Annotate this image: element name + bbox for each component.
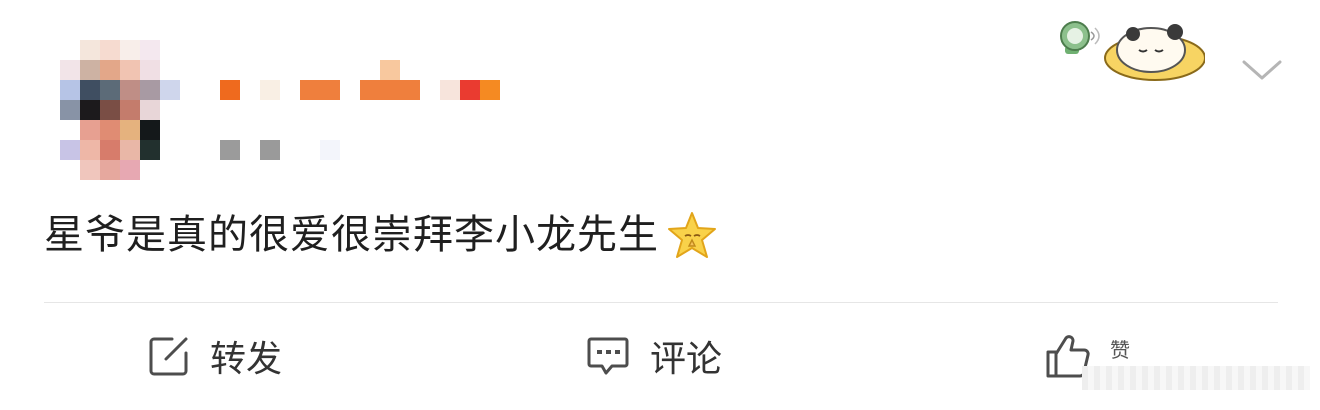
post-meta: [220, 140, 340, 160]
panda-pillow-icon: [1104, 24, 1205, 81]
more-options-button[interactable]: [1240, 52, 1284, 88]
repost-button[interactable]: 转发: [148, 330, 282, 382]
avatar[interactable]: [60, 24, 180, 184]
comment-label: 评论: [650, 339, 723, 380]
comment-button[interactable]: 评论: [586, 330, 722, 382]
divider: [44, 302, 1278, 303]
post-text: 星爷是真的很爱很崇拜李小龙先生: [44, 212, 659, 258]
edit-square-icon: [149, 337, 188, 376]
star-praying-icon: [668, 212, 716, 258]
fan-icon: [1060, 21, 1100, 54]
comment-icon: [587, 337, 629, 375]
username[interactable]: [220, 60, 510, 102]
like-label: 赞: [1110, 338, 1130, 362]
like-count-blur: [1082, 366, 1310, 390]
panda-fan-sticker-icon: [1060, 21, 1205, 81]
chevron-down-icon: [1242, 60, 1282, 80]
repost-label: 转发: [210, 339, 283, 380]
weibo-post-card: 星爷是真的很爱很崇拜李小龙先生 转发 评论 赞: [0, 0, 1320, 410]
post-content: 星爷是真的很爱很崇拜李小龙先生: [44, 208, 719, 264]
